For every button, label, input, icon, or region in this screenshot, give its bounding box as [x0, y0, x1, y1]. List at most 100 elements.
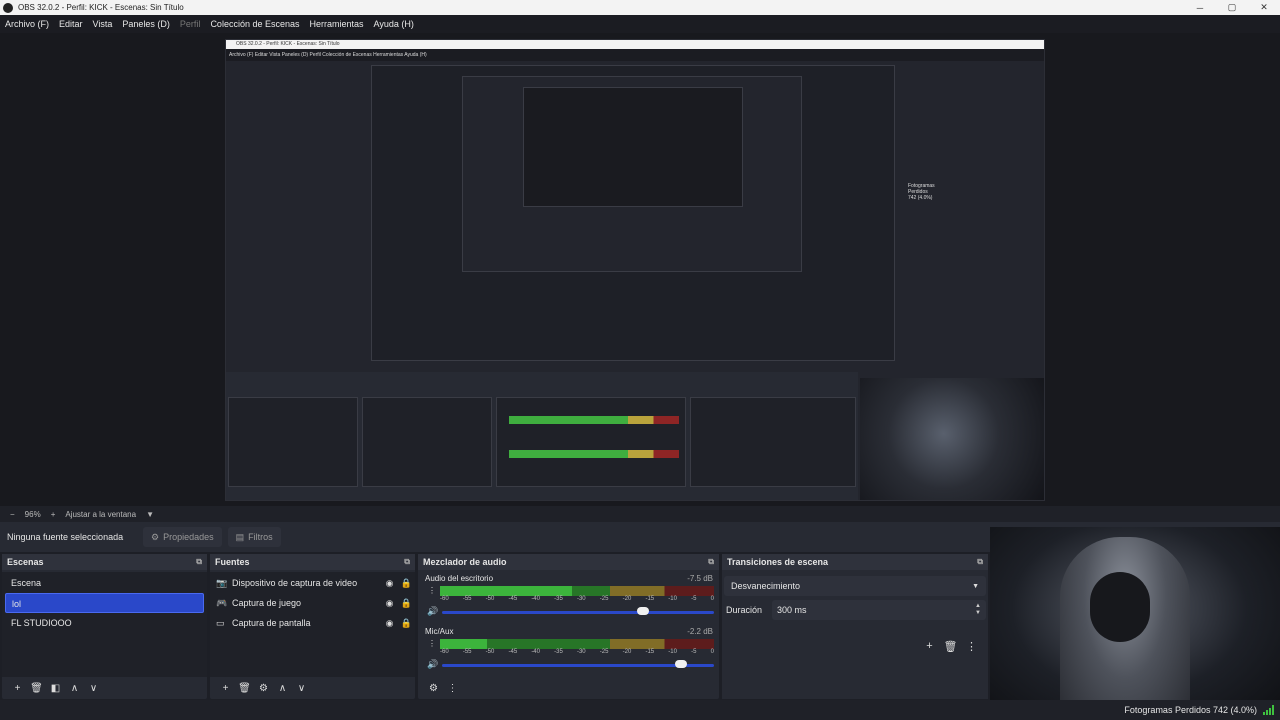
kebab-menu-icon[interactable]: ⋮ — [961, 640, 982, 653]
add-transition-button[interactable]: + — [919, 640, 940, 653]
visibility-eye-icon[interactable]: ◉ — [381, 598, 398, 609]
nested-preview-level-2 — [462, 76, 802, 272]
menu-editar[interactable]: Editar — [54, 19, 88, 29]
window-title: OBS 32.0.2 - Perfil: KICK - Escenas: Sin… — [18, 3, 184, 12]
meter-tick-label: -55 — [462, 596, 472, 602]
properties-button[interactable]: ⚙ Propiedades — [143, 527, 222, 547]
menu-bar: Archivo (F) Editar Vista Paneles (D) Per… — [0, 15, 1280, 33]
scene-item-escena[interactable]: Escena — [5, 573, 204, 593]
properties-label: Propiedades — [163, 532, 214, 542]
meter-tick-label: -55 — [462, 649, 472, 655]
transition-value: Desvanecimiento — [731, 581, 801, 591]
nested-sources-panel — [362, 397, 492, 487]
meter-tick-label: -35 — [554, 596, 563, 602]
meter-unlit — [487, 639, 714, 649]
zoom-out-button[interactable]: − — [10, 510, 15, 519]
volume-slider-track[interactable] — [442, 664, 714, 667]
trash-icon[interactable]: 🗑 — [235, 683, 254, 694]
undock-icon[interactable]: ⧉ — [708, 557, 714, 567]
trash-icon[interactable]: 🗑 — [27, 683, 46, 694]
zoom-in-button[interactable]: + — [51, 510, 56, 519]
lock-icon[interactable]: 🔒 — [398, 598, 415, 609]
meter-tick-label: 0 — [710, 649, 714, 655]
kebab-menu-icon[interactable]: ⋮ — [428, 586, 436, 595]
kebab-menu-icon[interactable]: ⋮ — [443, 683, 462, 694]
volume-slider-handle[interactable] — [637, 607, 649, 615]
webcam-overlay-image — [990, 527, 1280, 720]
menu-archivo[interactable]: Archivo (F) — [0, 19, 54, 29]
lock-icon[interactable]: 🔒 — [398, 618, 415, 629]
face-shadow — [1090, 572, 1150, 642]
duration-spinbox[interactable]: 300 ms ▲ ▼ — [772, 600, 986, 620]
volume-slider-track[interactable] — [442, 611, 714, 614]
source-item[interactable]: 🎮 Captura de juego ◉ 🔒 — [210, 593, 415, 613]
meter-tick-label: -15 — [645, 596, 655, 602]
meter-ticks: -60 -55 -50 -45 -40 -35 -30 -25 -20 -15 -10 -5 0 — [440, 596, 714, 605]
sources-header: Fuentes ⧉ — [210, 554, 415, 570]
source-name: Captura de pantalla — [232, 618, 311, 628]
visibility-eye-icon[interactable]: ◉ — [381, 578, 398, 589]
filters-button[interactable]: ▤ Filtros — [227, 527, 281, 547]
fit-window-label[interactable]: Ajustar a la ventana — [65, 510, 136, 519]
chevron-down-icon: ▼ — [972, 582, 979, 590]
trash-icon[interactable]: 🗑 — [940, 640, 961, 653]
scene-item-fl-studiooo[interactable]: FL STUDIOOO — [5, 613, 204, 633]
maximize-button[interactable]: ▢ — [1216, 2, 1248, 13]
meter-tick-label: -40 — [531, 596, 540, 602]
spin-arrows-icon[interactable]: ▲ ▼ — [975, 603, 981, 617]
volume-slider-handle[interactable] — [675, 660, 687, 668]
menu-perfil[interactable]: Perfil — [175, 19, 206, 29]
menu-vista[interactable]: Vista — [88, 19, 118, 29]
meter-tick-label: -15 — [645, 649, 655, 655]
meter-tick-label: -40 — [531, 649, 540, 655]
volume-meter — [440, 586, 714, 596]
minimize-button[interactable]: ─ — [1184, 3, 1216, 13]
channel-name: Audio del escritorio — [425, 574, 494, 583]
menu-herramientas[interactable]: Herramientas — [305, 19, 369, 29]
close-button[interactable]: ✕ — [1248, 2, 1280, 13]
visibility-eye-icon[interactable]: ◉ — [381, 618, 398, 629]
camera-icon: 📷 — [216, 577, 228, 588]
nested-preview: Fotogramas Perdidos 742 (4.0%) — [371, 65, 935, 361]
source-item[interactable]: 📷 Dispositivo de captura de video ◉ 🔒 — [210, 573, 415, 593]
undock-icon[interactable]: ⧉ — [196, 557, 202, 567]
speaker-icon[interactable]: 🔊 — [427, 659, 438, 670]
sources-dock: Fuentes ⧉ 📷 Dispositivo de captura de vi… — [210, 554, 415, 699]
scene-filters-button[interactable]: ◧ — [46, 683, 65, 694]
add-source-button[interactable]: + — [216, 683, 235, 694]
nested-scenes-panel — [228, 397, 358, 487]
add-scene-button[interactable]: + — [8, 683, 27, 694]
preview-canvas[interactable]: OBS 32.0.2 - Perfil: KICK - Escenas: Sin… — [0, 33, 1280, 506]
scene-item-lol[interactable]: lol — [5, 593, 204, 613]
speaker-icon[interactable]: 🔊 — [427, 606, 438, 617]
preview-capture-image: OBS 32.0.2 - Perfil: KICK - Escenas: Sin… — [225, 39, 1045, 501]
lock-icon[interactable]: 🔒 — [398, 578, 415, 589]
transition-actions: + 🗑 ⋮ — [919, 640, 982, 653]
undock-icon[interactable]: ⧉ — [977, 557, 983, 567]
audio-mixer-dock: Mezclador de audio ⧉ Audio del escritori… — [418, 554, 719, 699]
gear-icon[interactable]: ⚙ — [254, 683, 273, 694]
scenes-title: Escenas — [7, 557, 44, 567]
meter-tick-label: -50 — [485, 596, 495, 602]
nested-meter — [509, 416, 679, 424]
kebab-menu-icon[interactable]: ⋮ — [428, 639, 436, 648]
menu-coleccion-escenas[interactable]: Colección de Escenas — [205, 19, 304, 29]
transition-select[interactable]: Desvanecimiento ▼ — [724, 576, 986, 596]
move-up-button[interactable]: ∧ — [273, 683, 292, 694]
move-down-button[interactable]: ∨ — [84, 683, 103, 694]
scenes-dock: Escenas ⧉ Escena lol FL STUDIOOO + 🗑 ◧ ∧… — [2, 554, 207, 699]
menu-ayuda[interactable]: Ayuda (H) — [369, 19, 419, 29]
source-item[interactable]: ▭ Captura de pantalla ◉ 🔒 — [210, 613, 415, 633]
sources-toolbar: + 🗑 ⚙ ∧ ∨ — [210, 677, 415, 699]
meter-ticks: -60 -55 -50 -45 -40 -35 -30 -25 -20 -15 -10 -5 0 — [440, 649, 714, 658]
nested-dropped-frames: Fotogramas Perdidos 742 (4.0%) — [908, 183, 935, 201]
menu-paneles[interactable]: Paneles (D) — [117, 19, 175, 29]
advanced-audio-icon[interactable]: ⚙ — [424, 683, 443, 694]
meter-tick-label: -20 — [622, 649, 632, 655]
undock-icon[interactable]: ⧉ — [404, 557, 410, 567]
chevron-down-icon[interactable]: ▼ — [146, 510, 154, 519]
meter-tick-label: 0 — [710, 596, 714, 602]
move-up-button[interactable]: ∧ — [65, 683, 84, 694]
meter-tick-label: -60 — [440, 649, 449, 655]
move-down-button[interactable]: ∨ — [292, 683, 311, 694]
